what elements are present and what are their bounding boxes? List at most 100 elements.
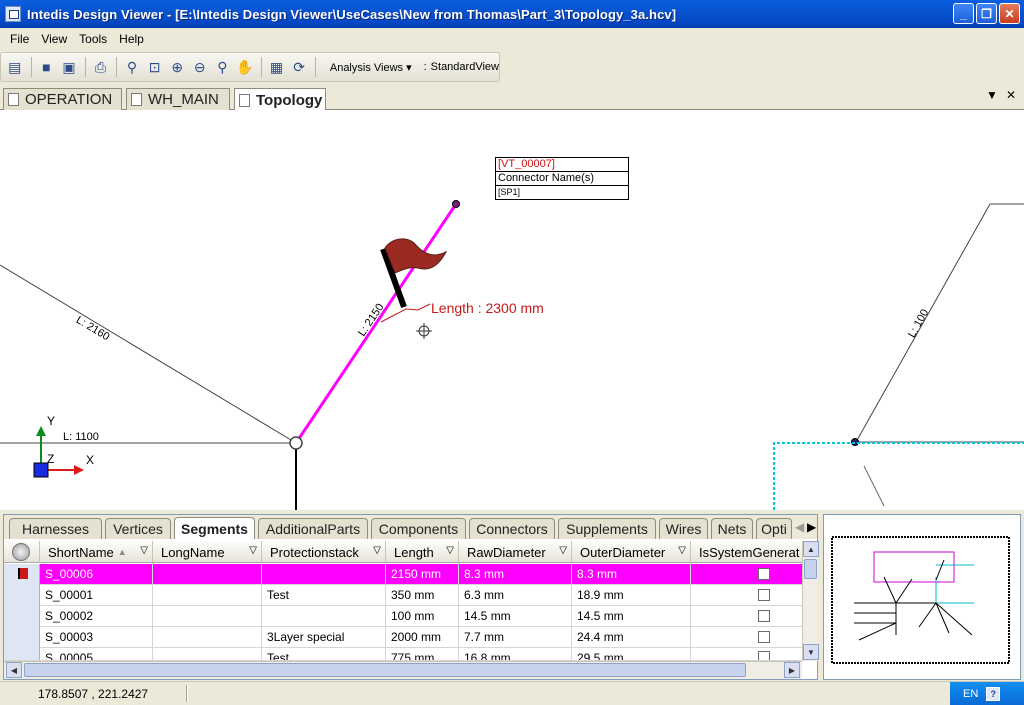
cell-outerdiameter[interactable]: 14.5 mm (572, 606, 691, 626)
select-all-cell[interactable] (4, 541, 40, 563)
checkbox[interactable] (758, 631, 770, 643)
tab-nets[interactable]: Nets (711, 518, 753, 539)
menu-file[interactable]: File (4, 32, 35, 46)
cell-rawdiameter[interactable]: 7.7 mm (459, 627, 572, 647)
column-header-issystemgenerated[interactable]: IsSystemGenerat (691, 541, 804, 563)
cell-length[interactable]: 775 mm (386, 648, 459, 660)
topology-canvas[interactable]: [VT_00007] Connector Name(s) [SP1] Lengt… (0, 110, 1024, 510)
cell-longname[interactable] (153, 627, 262, 647)
column-header-shortname[interactable]: ShortName ▲ ▽ (40, 541, 153, 563)
row-header[interactable] (4, 627, 40, 648)
column-header-rawdiameter[interactable]: RawDiameter ▽ (459, 541, 572, 563)
tab-segments[interactable]: Segments (174, 517, 255, 539)
column-header-protectionstack[interactable]: Protectionstack ▽ (262, 541, 386, 563)
vertex-node[interactable] (452, 200, 460, 208)
cell-protectionstack[interactable]: Test (262, 648, 386, 660)
vertex-info-box[interactable]: [VT_00007] Connector Name(s) [SP1] (495, 157, 629, 200)
tab-options[interactable]: Opti (756, 518, 792, 539)
filter-icon[interactable]: ▽ (678, 545, 686, 556)
row-header[interactable] (4, 648, 40, 660)
checkbox[interactable] (758, 589, 770, 601)
cell-shortname[interactable]: S_00002 (40, 606, 153, 626)
cell-shortname[interactable]: S_00005 (40, 648, 153, 660)
horizontal-scrollbar[interactable]: ◀ ▶ (4, 661, 802, 679)
scroll-right-icon[interactable]: ▶ (784, 662, 800, 678)
language-indicator[interactable]: EN (963, 688, 978, 700)
scroll-up-icon[interactable]: ▲ (803, 541, 819, 557)
cell-protectionstack[interactable]: Test (262, 585, 386, 605)
column-header-length[interactable]: Length ▽ (386, 541, 459, 563)
cell-outerdiameter[interactable]: 29.5 mm (572, 648, 691, 660)
menu-help[interactable]: Help (113, 32, 150, 46)
checkbox[interactable] (758, 610, 770, 622)
row-header[interactable] (4, 606, 40, 627)
restore-button[interactable]: ❐ (976, 3, 997, 24)
standard-view-label[interactable]: StandardView (431, 61, 499, 73)
save-all-icon[interactable]: ▣ (58, 56, 80, 78)
cell-rawdiameter[interactable]: 8.3 mm (459, 564, 572, 584)
cell-protectionstack[interactable] (262, 564, 386, 584)
segment-line[interactable] (863, 465, 885, 507)
minimize-button[interactable]: _ (953, 3, 974, 24)
tab-vertices[interactable]: Vertices (105, 518, 171, 539)
filter-icon[interactable]: ▽ (249, 545, 257, 556)
column-header-longname[interactable]: LongName ▽ (153, 541, 262, 563)
cell-rawdiameter[interactable]: 6.3 mm (459, 585, 572, 605)
tab-additionalparts[interactable]: AdditionalParts (258, 518, 368, 539)
cell-issystemgenerated[interactable] (691, 564, 804, 584)
column-chooser-icon[interactable] (12, 543, 30, 561)
menu-tools[interactable]: Tools (73, 32, 113, 46)
cell-shortname[interactable]: S_00001 (40, 585, 153, 605)
table-row[interactable]: S_00003 3Layer special 2000 mm 7.7 mm 24… (4, 627, 804, 648)
table-row[interactable]: S_00002 100 mm 14.5 mm 14.5 mm (4, 606, 804, 627)
tab-scroll-left-icon[interactable]: ◀ (795, 520, 804, 534)
table-row[interactable]: S_00006 2150 mm 8.3 mm 8.3 mm (4, 564, 804, 585)
cell-outerdiameter[interactable]: 18.9 mm (572, 585, 691, 605)
checkbox[interactable] (758, 651, 770, 660)
vertex-node[interactable] (289, 436, 303, 450)
row-header[interactable] (4, 564, 40, 585)
scroll-thumb[interactable] (24, 663, 746, 677)
open-folder-icon[interactable]: ▤ (4, 56, 26, 78)
cell-outerdiameter[interactable]: 24.4 mm (572, 627, 691, 647)
zoom-fit-icon[interactable]: ⊡ (144, 56, 166, 78)
checkbox[interactable] (758, 568, 770, 580)
doc-tab-operation[interactable]: OPERATION (3, 88, 122, 110)
table-row[interactable]: S_00001 Test 350 mm 6.3 mm 18.9 mm (4, 585, 804, 606)
column-header-outerdiameter[interactable]: OuterDiameter ▽ (572, 541, 691, 563)
cell-longname[interactable] (153, 606, 262, 626)
close-document-icon[interactable]: ✕ (1006, 88, 1016, 102)
doc-tab-wh-main[interactable]: WH_MAIN (126, 88, 230, 110)
zoom-in-icon[interactable]: ⊕ (166, 56, 188, 78)
help-icon[interactable]: ? (986, 686, 1001, 701)
zoom-out-icon[interactable]: ⊖ (189, 56, 211, 78)
scroll-down-icon[interactable]: ▼ (803, 644, 819, 660)
cell-rawdiameter[interactable]: 16.8 mm (459, 648, 572, 660)
cell-protectionstack[interactable] (262, 606, 386, 626)
refresh-icon[interactable]: ⟳ (288, 56, 310, 78)
scroll-left-icon[interactable]: ◀ (6, 662, 22, 678)
segment-line[interactable] (0, 264, 297, 444)
cell-longname[interactable] (153, 648, 262, 660)
filter-icon[interactable]: ▽ (446, 545, 454, 556)
tab-list-dropdown-icon[interactable]: ▼ (986, 88, 998, 102)
tab-wires[interactable]: Wires (659, 518, 708, 539)
save-icon[interactable]: ■ (36, 56, 58, 78)
tab-connectors[interactable]: Connectors (469, 518, 555, 539)
cell-length[interactable]: 100 mm (386, 606, 459, 626)
cell-issystemgenerated[interactable] (691, 627, 804, 647)
tab-components[interactable]: Components (371, 518, 466, 539)
cell-length[interactable]: 350 mm (386, 585, 459, 605)
cell-issystemgenerated[interactable] (691, 648, 804, 660)
menu-view[interactable]: View (35, 32, 73, 46)
cell-length[interactable]: 2150 mm (386, 564, 459, 584)
cell-issystemgenerated[interactable] (691, 606, 804, 626)
table-icon[interactable]: ▦ (266, 56, 288, 78)
tab-harnesses[interactable]: Harnesses (9, 518, 102, 539)
tab-supplements[interactable]: Supplements (558, 518, 656, 539)
cell-rawdiameter[interactable]: 14.5 mm (459, 606, 572, 626)
cell-longname[interactable] (153, 585, 262, 605)
filter-icon[interactable]: ▽ (559, 545, 567, 556)
print-icon[interactable]: ⎙ (90, 56, 112, 78)
zoom-icon[interactable]: ⚲ (121, 56, 143, 78)
